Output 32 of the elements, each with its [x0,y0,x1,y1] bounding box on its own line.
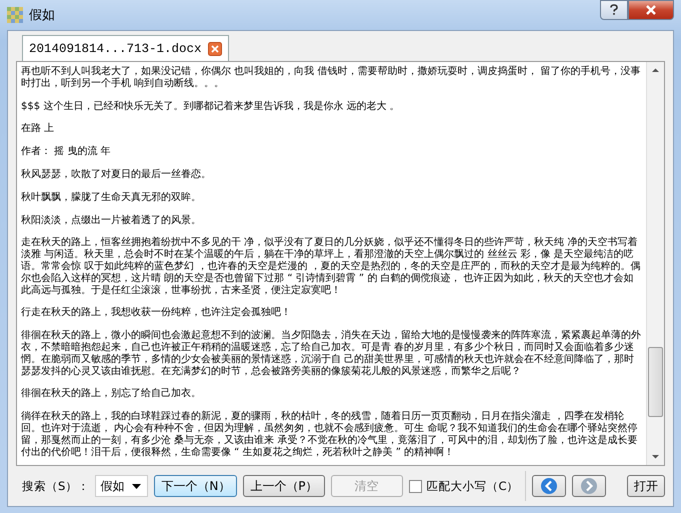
scrollbar[interactable] [646,62,664,465]
close-tab-icon[interactable] [208,42,222,56]
document-paragraph: 徘徊在秋天的路上，微小的瞬间也会激起意想不到的波澜。当夕阳隐去，消失在天边，留给大地的是慢慢袭来的阵阵寒流，紧紧裹起单薄的外衣，不禁暗暗抱怨起来，自己也许被正午稍稍的温暖迷惑，忘了给自己加衣。可是青 春的岁月里，有多少个秋日，而同时又会面临着多少迷惘。在脆弱而又敏感的季节，多情的少女会被美丽的景情迷惑，沉溺于自 己的甜美世界里，可感情的秋天也许就会在不经意间降临了，那时瑟瑟发抖的心灵又该由谁抚慰。在充满梦幻的时节，总会被路旁美丽的像簇菊花儿般的风景迷惑，而繁华之后呢？ [21,330,642,378]
checkered-app-icon [7,7,23,23]
help-button[interactable] [600,0,628,20]
document-paragraph: 秋阳淡淡，点缀出一片被着透了的风景。 [21,214,202,226]
search-nav-button[interactable]: 下一个（N） [154,475,238,497]
scrollbar-thumb[interactable] [648,347,663,417]
dropdown-caret-icon [132,484,142,488]
document-tab[interactable]: 2014091814...713-1.docx [22,35,229,61]
document-paragraph: 走在秋天的路上，恒客丝拥抱着纷扰中不多见的干 净，似乎没有了夏日的几分妖娆，似乎还不懂得冬日的些许严苛，秋天纯 净的天空书写着淡雅 与闲适。秋天里，总会时不时在某个温暖的午后，躺在干净的草坪上，看那澄澈的天空上偶尔飘过的 丝丝云 彩，像 是天空最纯洁的呓语。常常会惊 叹于如此纯粹的蓝色梦幻 ，也许春的天空是烂漫的 ，夏的天空是热烈的，冬的天空是庄严的，而秋的天空才是最为纯粹的。偶尔也会陷入这样的冥想，这片晴 朗的天空是否也曾留下过那 “ 引诗情到碧霄 ” 的 白鹤的倜傥痕迹， 也许正因为如此，秋天的天空也才会如此高远与孤独。于是任红尘滚滚，世事纷扰，古来圣贤，便注定寂寞吧！ [21,237,642,296]
document-paragraph: 秋风瑟瑟，吹散了对夏日的最后一丝眷恋。 [21,168,212,181]
open-button[interactable]: 打开 [627,475,665,497]
match-case-checkbox[interactable]: 匹配大小写（C） [408,478,519,494]
back-button[interactable] [532,475,566,497]
close-icon [645,5,657,15]
document-paragraph: 徘徊在秋天的路上，别忘了给自己加衣。 [21,388,202,400]
search-combo-box[interactable]: 假如 [95,475,148,497]
document-paragraph: 行走在秋天的路上，我想收获一份纯粹，也许注定会孤独吧！ [21,307,292,320]
document-paragraph: 徜徉在秋天的路上，我的白球鞋踩过春的新泥，夏的骤雨，秋的枯叶，冬的残雪，随着日历一页页翻动，日月在指尖溜走 ，四季在发梢轮回。也许对于流逝， 内心会有种种不舍，但因为理解，虽然匆匆，也就不会感到疲惫。可生 命呢？我不知道我们的生命会在哪个驿站突然停留，那戛然而止的一刻，有多少沧 桑与无奈，又该由谁来 承受？不觉在秋的冷气里，竟落泪了，可风中的泪，却划伤了脸，也许这是成长要付出的代价吧！泪干后，便很释然，生命需要像 “ 生如夏花之绚烂，死若秋叶之静美 ” 的精神啊！ [21,411,638,458]
search-nav-button[interactable]: 上一个（P） [243,475,325,497]
close-button[interactable] [628,0,674,20]
document-paragraph: 在路 上 [21,123,56,136]
search-label: 搜索（S）： [22,478,90,494]
forward-button[interactable] [572,475,606,497]
question-mark-icon [609,4,619,16]
document-paragraph: 秋叶飘飘，朦胧了生命天真无邪的双眸。 [21,192,202,204]
document-paragraph: 再也听不到人叫我老大了，如果没记错，你偶尔 也叫我姐的，向我 借钱时，需要帮助时，撒娇玩耍时，调皮捣蛋时， 留了你的手机号，没事时打出，听到另一个手机 响到自动断线。。。 [21,66,642,90]
tab-label: 2014091814...713-1.docx [29,42,202,56]
document-paragraph: $$$ 这个生日，已经和快乐无关了。到哪都记着来梦里告诉我，我是你永 远的老大 。 [21,100,401,112]
document-paragraph: 作者： 摇 曳的流 年 [21,146,112,158]
window-title: 假如 [29,7,55,24]
